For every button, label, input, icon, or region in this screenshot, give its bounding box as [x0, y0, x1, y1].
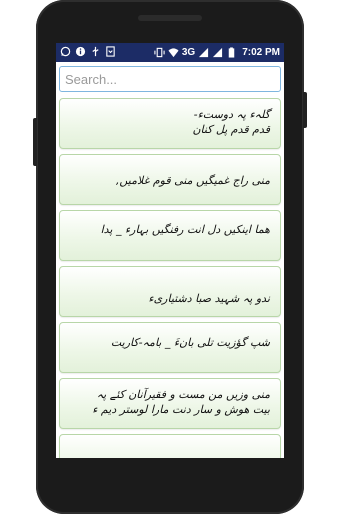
- battery-icon: [228, 47, 235, 58]
- list-item[interactable]: منی راج غمیگیں منی قوم غلامیں,: [59, 154, 281, 205]
- power-button: [303, 92, 307, 128]
- search-box[interactable]: [59, 66, 281, 92]
- phone-screen: 3G 7:02 PM گلہء پہ دوستء- قدم قدم پل کنا…: [56, 43, 284, 458]
- whatsapp-icon: [60, 46, 71, 57]
- poem-title: ندو پہ شہید صبا دشتیاریء: [148, 292, 270, 305]
- wifi-icon: [168, 48, 179, 58]
- poem-title: هما اینکیں دل انت رفنگیں بہارء _ پدا: [100, 223, 270, 236]
- list-item[interactable]: ندو پہ شہید صبا دشتیاریء: [59, 266, 281, 317]
- list-item[interactable]: گلہء پہ دوستء- قدم قدم پل کنان: [59, 98, 281, 149]
- signal-icon: [213, 47, 223, 58]
- poem-title: شپ گؤزیت تلی بانءَ _ بامہ-کاریت: [110, 336, 270, 349]
- list-item[interactable]: منی وزیں من مست و فقیرآنان کئے پہ بیت هو…: [59, 378, 281, 429]
- list-item[interactable]: [59, 434, 281, 458]
- poem-title: منی راج غمیگیں منی قوم غلامیں,: [115, 174, 270, 187]
- list-item[interactable]: هما اینکیں دل انت رفنگیں بہارء _ پدا: [59, 210, 281, 261]
- signal-icon: [199, 47, 209, 58]
- poem-title: گلہء پہ دوستء- قدم قدم پل کنان: [192, 108, 270, 136]
- status-bar: 3G 7:02 PM: [56, 43, 284, 62]
- vibrate-icon: [154, 47, 165, 58]
- phone-speaker: [138, 15, 202, 21]
- clock: 7:02 PM: [242, 47, 280, 58]
- network-type: 3G: [181, 47, 196, 58]
- info-icon: [75, 46, 86, 57]
- search-input[interactable]: [60, 67, 280, 91]
- download-icon: [106, 46, 115, 57]
- usb-icon: [92, 46, 99, 57]
- list-item[interactable]: شپ گؤزیت تلی بانءَ _ بامہ-کاریت: [59, 322, 281, 373]
- poem-title: منی وزیں من مست و فقیرآنان کئے پہ بیت هو…: [92, 388, 270, 416]
- volume-button: [33, 118, 37, 166]
